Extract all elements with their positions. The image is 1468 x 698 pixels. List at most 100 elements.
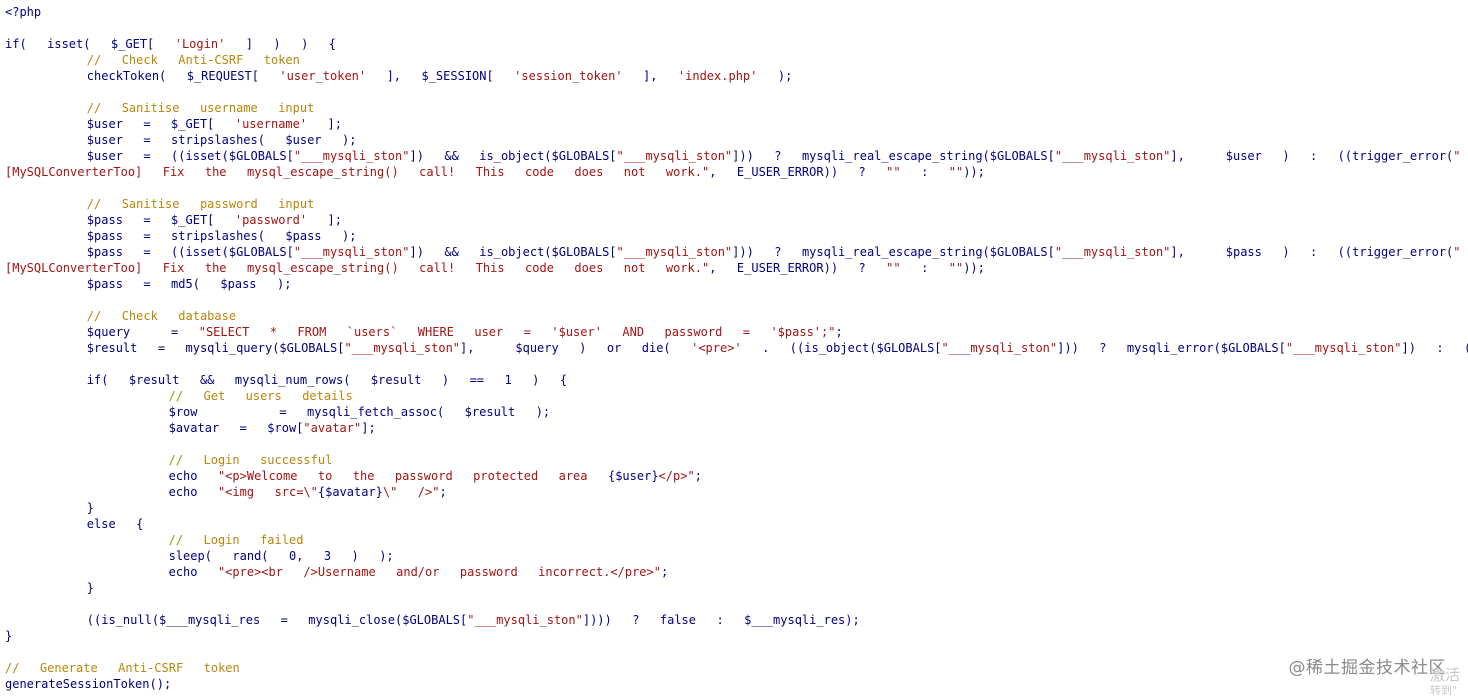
code-line: generateSessionToken(); xyxy=(5,676,1468,692)
code-line: checkToken( $_REQUEST[ 'user_token' ], $… xyxy=(5,68,1468,84)
code-string: "___mysqli_ston" xyxy=(1054,245,1171,259)
code-token: ])) ? mysqli_error($GLOBALS[ xyxy=(1057,341,1286,355)
code-string: 'username' xyxy=(234,117,308,131)
code-token: {$avatar} xyxy=(317,485,383,499)
code-string: 'index.php' xyxy=(677,69,758,83)
code-token: generateSessionToken(); xyxy=(5,677,172,691)
code-token: )); xyxy=(963,165,985,179)
code-token: $pass = md5( $pass ); xyxy=(5,277,292,291)
code-token: )); xyxy=(963,261,985,275)
code-token: ], xyxy=(622,69,678,83)
code-line: } xyxy=(5,628,1468,644)
code-string: "___mysqli_ston" xyxy=(293,245,410,259)
code-token: $user = ((isset($GLOBALS[ xyxy=(5,149,294,163)
code-line: $result = mysqli_query($GLOBALS["___mysq… xyxy=(5,340,1468,356)
code-token: $result = mysqli_query($GLOBALS[ xyxy=(5,341,345,355)
code-line: // Generate Anti-CSRF token xyxy=(5,660,1468,676)
code-string: "___mysqli_ston" xyxy=(616,149,733,163)
code-token: $avatar = $row[ xyxy=(5,421,304,435)
code-token: checkToken( $_REQUEST[ xyxy=(5,69,280,83)
code-string: 'session_token' xyxy=(514,69,623,83)
code-line: echo "<pre><br />Username and/or passwor… xyxy=(5,564,1468,580)
activation-line-2: 转到" xyxy=(1430,684,1458,697)
watermark-text: @稀土掘金技术社区 xyxy=(1288,658,1446,678)
code-comment: // Check Anti-CSRF token xyxy=(86,53,300,67)
code-token: ; xyxy=(660,565,669,579)
code-token: } xyxy=(5,629,13,643)
code-line: } xyxy=(5,580,1468,596)
code-token: $row = mysqli_fetch_assoc( $result ); xyxy=(5,405,551,419)
code-string: "" xyxy=(886,165,901,179)
code-token: $query = xyxy=(5,325,199,339)
code-token: echo xyxy=(5,485,218,499)
code-line: sleep( rand( 0, 3 ) ); xyxy=(5,548,1468,564)
activation-line-1: 激活 xyxy=(1430,666,1461,684)
code-line: $row = mysqli_fetch_assoc( $result ); xyxy=(5,404,1468,420)
code-line: // Check Anti-CSRF token xyxy=(5,52,1468,68)
code-comment: // Sanitise password input xyxy=(86,197,315,211)
code-line: } xyxy=(5,500,1468,516)
code-comment: // Sanitise username input xyxy=(86,101,315,115)
code-token: ]; xyxy=(361,421,376,435)
code-string: "___mysqli_ston" xyxy=(293,149,410,163)
code-line: $pass = stripslashes( $pass ); xyxy=(5,228,1468,244)
code-comment: // Check database xyxy=(86,309,237,323)
windows-activation-notice: 激活 转到" xyxy=(1430,666,1468,698)
code-string: "SELECT * FROM `users` WHERE user = '$us… xyxy=(198,325,836,339)
code-string: "___mysqli_ston" xyxy=(344,341,461,355)
code-token: $user = $_GET[ xyxy=(5,117,235,131)
code-token: } xyxy=(5,501,95,515)
code-string: 'password' xyxy=(234,213,308,227)
code-string: [MySQLConverterToo] Fix the mysql_escape… xyxy=(5,261,710,275)
code-token: , E_USER_ERROR)) ? xyxy=(709,261,887,275)
code-line: <?php xyxy=(5,4,1468,20)
code-token: : xyxy=(900,165,949,179)
code-line: ((is_null($___mysqli_res = mysqli_close(… xyxy=(5,612,1468,628)
code-line: // Sanitise username input xyxy=(5,100,1468,116)
code-token: ]) && is_object($GLOBALS[ xyxy=(409,149,617,163)
code-string: "___mysqli_ston" xyxy=(616,245,733,259)
code-line: // Login successful xyxy=(5,452,1468,468)
code-token: $pass = stripslashes( $pass ); xyxy=(5,229,357,243)
code-line: $query = "SELECT * FROM `users` WHERE us… xyxy=(5,324,1468,340)
code-string: "avatar" xyxy=(303,421,362,435)
code-line: // Login failed xyxy=(5,532,1468,548)
code-token: . ((is_object($GLOBALS[ xyxy=(741,341,942,355)
code-token: ; xyxy=(694,469,702,483)
code-line: $pass = $_GET[ 'password' ]; xyxy=(5,212,1468,228)
code-string: "" xyxy=(948,165,964,179)
code-string: "<pre><br />Username and/or password inc… xyxy=(217,565,661,579)
code-token: , E_USER_ERROR)) ? xyxy=(709,165,887,179)
code-token: if( $result && mysqli_num_rows( $result … xyxy=(5,373,568,387)
code-token: ]))) ? false : $___mysqli_res); xyxy=(582,613,860,627)
code-token: $pass = $_GET[ xyxy=(5,213,235,227)
code-string: " xyxy=(1453,149,1461,163)
code-token: {$user} xyxy=(607,469,659,483)
code-token: ]) && is_object($GLOBALS[ xyxy=(409,245,617,259)
code-comment: // Generate Anti-CSRF token xyxy=(5,661,240,675)
code-line: $pass = ((isset($GLOBALS["___mysqli_ston… xyxy=(5,244,1468,260)
code-line: $user = ((isset($GLOBALS["___mysqli_ston… xyxy=(5,148,1468,164)
code-string: " xyxy=(1453,245,1461,259)
code-token: ; xyxy=(439,485,447,499)
code-line: $user = $_GET[ 'username' ]; xyxy=(5,116,1468,132)
code-string: '<pre>' xyxy=(691,341,742,355)
code-token: ])) ? mysqli_real_escape_string($GLOBALS… xyxy=(732,149,1055,163)
code-string: 'Login' xyxy=(174,37,226,51)
code-line: [MySQLConverterToo] Fix the mysql_escape… xyxy=(5,260,1468,276)
code-comment: // Get users details xyxy=(168,389,353,403)
code-token: sleep( rand( 0, 3 ) ); xyxy=(5,549,394,563)
code-string: 'user_token' xyxy=(279,69,367,83)
code-token: $pass = ((isset($GLOBALS[ xyxy=(5,245,294,259)
code-token: : xyxy=(900,261,949,275)
code-line: $avatar = $row["avatar"]; xyxy=(5,420,1468,436)
code-token: ], $_SESSION[ xyxy=(366,69,515,83)
